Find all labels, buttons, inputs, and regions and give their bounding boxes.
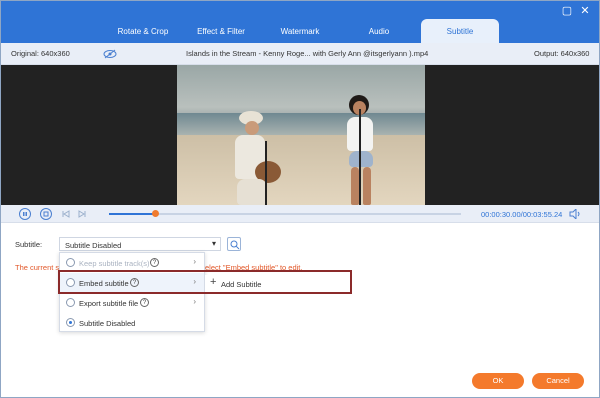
tab-effect-filter[interactable]: Effect & Filter xyxy=(187,19,255,43)
minimize-button[interactable]: ▢ xyxy=(561,5,573,17)
tab-subtitle[interactable]: Subtitle xyxy=(421,19,499,43)
next-frame-icon[interactable] xyxy=(77,209,87,219)
stop-button[interactable] xyxy=(40,208,52,220)
info-row: Original: 640x360 Islands in the Stream … xyxy=(1,43,599,65)
chevron-down-icon: ▾ xyxy=(211,239,216,248)
close-button[interactable]: ✕ xyxy=(579,5,591,17)
subtitle-select[interactable]: Subtitle Disabled ▾ xyxy=(59,237,221,251)
pause-button[interactable] xyxy=(19,208,31,220)
option-export-subtitle[interactable]: Export subtitle file ? › xyxy=(60,293,204,313)
search-icon xyxy=(230,240,240,250)
tab-watermark[interactable]: Watermark xyxy=(267,19,333,43)
progress-fill xyxy=(109,213,155,215)
eye-hidden-icon[interactable] xyxy=(103,49,117,59)
chevron-right-icon: › xyxy=(193,297,196,306)
pause-icon xyxy=(23,212,27,216)
search-button[interactable] xyxy=(227,237,241,251)
help-icon[interactable]: ? xyxy=(140,298,149,307)
stop-icon xyxy=(43,211,49,217)
output-resolution: Output: 640x360 xyxy=(534,49,590,58)
progress-handle[interactable] xyxy=(151,210,159,217)
time-readout: 00:00:30.00/00:03:55.24 xyxy=(481,210,563,219)
option-keep-subtitle-label: Keep subtitle track(s) xyxy=(79,259,150,268)
subtitle-label: Subtitle: xyxy=(15,240,43,249)
original-resolution: Original: 640x360 xyxy=(11,49,70,58)
ok-button[interactable]: OK xyxy=(472,373,524,389)
tab-bar: Rotate & Crop Effect & Filter Watermark … xyxy=(1,1,599,43)
previous-frame-icon[interactable] xyxy=(61,209,71,219)
chevron-right-icon: › xyxy=(193,257,196,266)
option-subtitle-disabled[interactable]: Subtitle Disabled xyxy=(60,313,204,333)
volume-icon[interactable] xyxy=(569,209,581,219)
radio-subtitle-disabled[interactable] xyxy=(66,318,75,327)
radio-keep-subtitle[interactable] xyxy=(66,258,75,267)
playback-controls: 00:00:30.00/00:03:55.24 xyxy=(1,205,599,223)
video-preview-area xyxy=(1,65,599,205)
tab-audio[interactable]: Audio xyxy=(345,19,413,43)
highlight-box xyxy=(58,270,352,294)
help-icon[interactable]: ? xyxy=(150,258,159,267)
progress-track[interactable] xyxy=(109,210,461,217)
cancel-button[interactable]: Cancel xyxy=(532,373,584,389)
radio-export-subtitle[interactable] xyxy=(66,298,75,307)
warning-text-left: The current s xyxy=(15,263,60,272)
option-export-subtitle-label: Export subtitle file xyxy=(79,299,139,308)
tab-rotate-crop[interactable]: Rotate & Crop xyxy=(109,19,177,43)
video-editor-window: Rotate & Crop Effect & Filter Watermark … xyxy=(0,0,600,398)
file-name: Islands in the Stream - Kenny Roge... wi… xyxy=(186,49,429,58)
option-subtitle-disabled-label: Subtitle Disabled xyxy=(79,319,136,328)
subtitle-select-value: Subtitle Disabled xyxy=(65,241,122,250)
video-frame xyxy=(177,65,425,205)
